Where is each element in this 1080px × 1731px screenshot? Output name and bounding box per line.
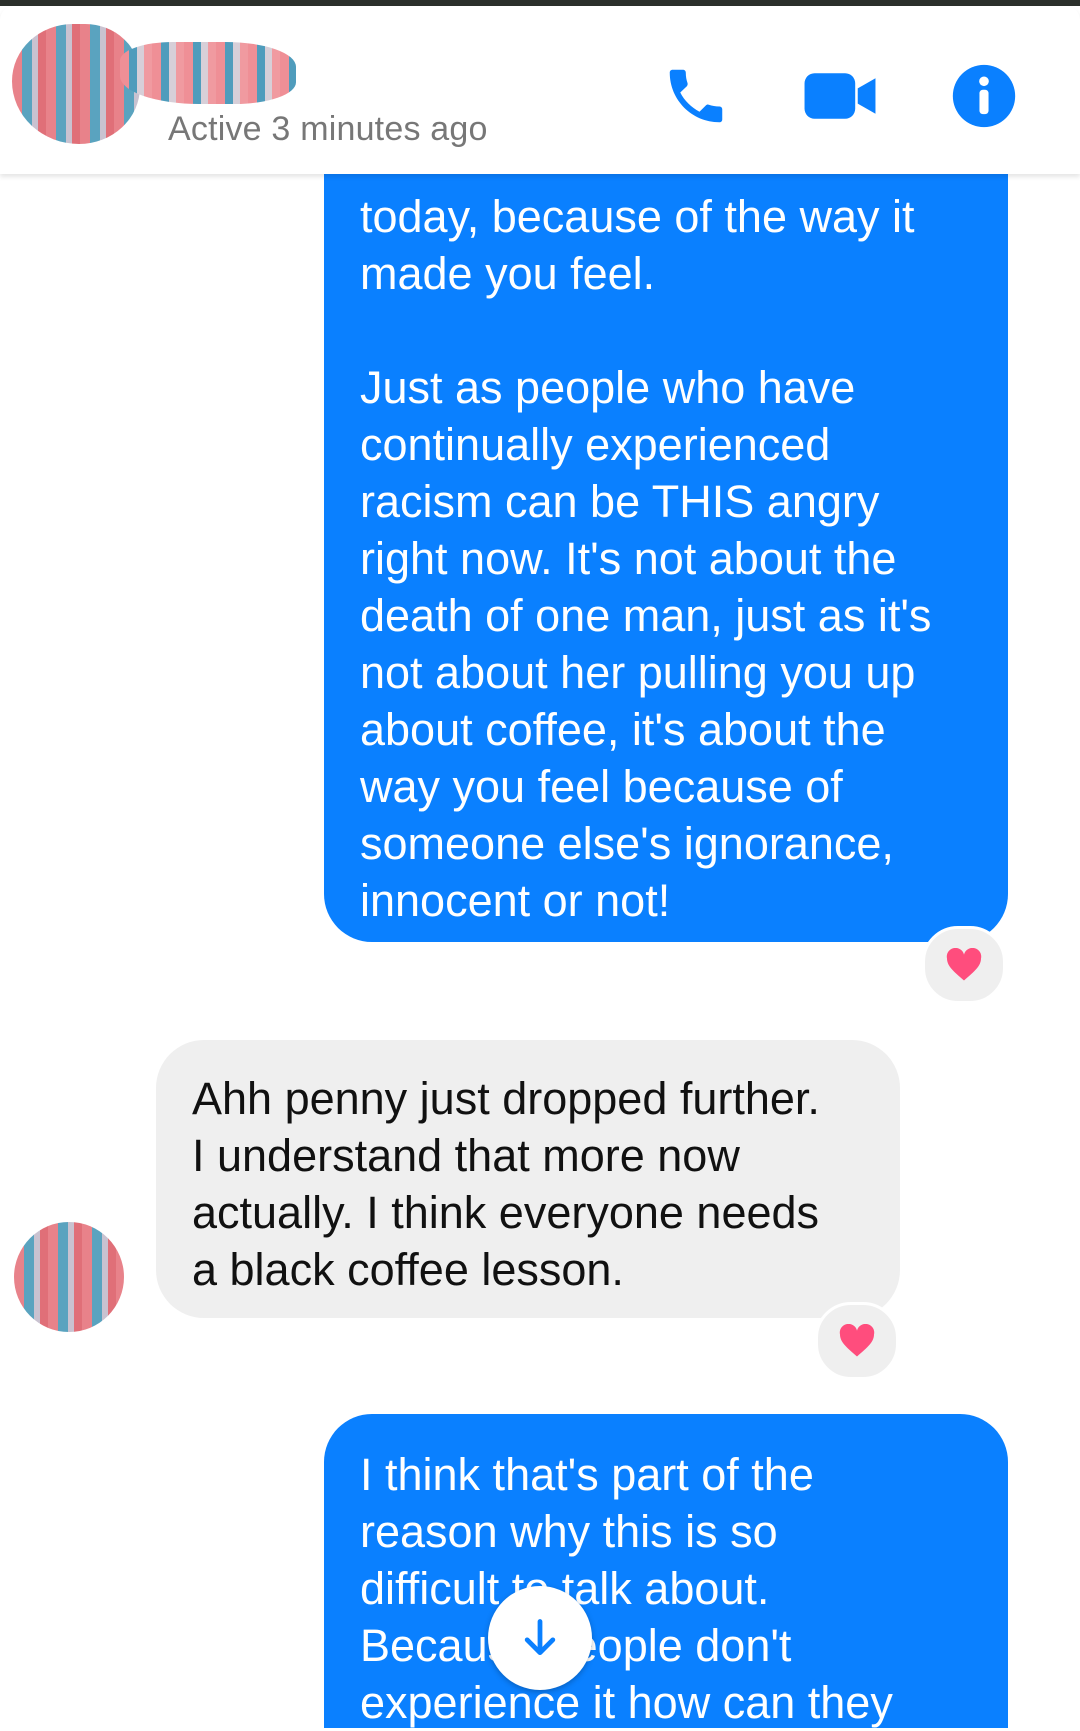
arrow-down-icon <box>524 1619 556 1656</box>
message-bubble-incoming[interactable]: Ahh penny just dropped further. I unders… <box>156 1040 900 1318</box>
info-icon <box>952 64 1016 128</box>
phone-icon <box>669 69 723 123</box>
heart-icon <box>839 1324 875 1357</box>
message-bubble-outgoing[interactable]: today, because of the way it made you fe… <box>324 160 1008 942</box>
video-call-button[interactable] <box>800 56 880 136</box>
contact-avatar[interactable] <box>12 24 140 144</box>
call-button[interactable] <box>656 56 736 136</box>
info-button[interactable] <box>944 56 1024 136</box>
reaction-badge[interactable] <box>922 926 1006 1004</box>
reaction-badge[interactable] <box>815 1302 899 1380</box>
active-status: Active 3 minutes ago <box>168 110 488 148</box>
message-bubble-outgoing[interactable]: I think that's part of the reason why th… <box>324 1414 1008 1728</box>
contact-name-redacted[interactable] <box>120 42 296 104</box>
conversation-header: Active 3 minutes ago <box>0 6 1080 174</box>
video-icon <box>804 73 876 119</box>
scroll-to-bottom-button[interactable] <box>488 1586 592 1690</box>
contact-avatar-small[interactable] <box>14 1222 124 1332</box>
heart-icon <box>946 948 982 981</box>
